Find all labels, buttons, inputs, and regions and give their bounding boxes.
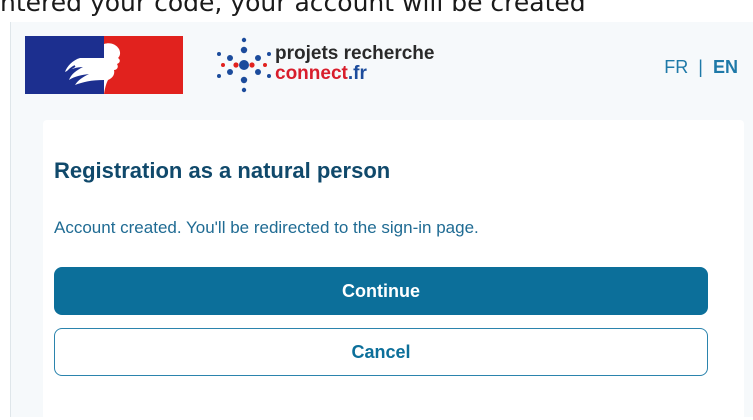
page-title: Registration as a natural person	[54, 158, 391, 183]
registration-card: Registration as a natural person Account…	[43, 120, 744, 420]
brand-tld-text: .fr	[347, 63, 367, 84]
marianne-logo-icon	[25, 36, 183, 94]
registration-window: projets recherche connect.fr FR | EN Reg…	[10, 22, 753, 420]
cancel-button[interactable]: Cancel	[54, 328, 708, 376]
brand-logo-text: projets recherche connect.fr	[275, 44, 434, 84]
logo-red-band	[104, 36, 183, 94]
marianne-hair-icon	[65, 58, 104, 85]
language-en-link[interactable]: EN	[713, 57, 738, 78]
network-dots-icon	[215, 36, 273, 94]
language-separator: |	[698, 57, 703, 77]
brand-connect-text: connect	[275, 63, 348, 84]
confirmation-message: Account created. You'll be redirected to…	[54, 218, 479, 237]
marianne-profile-icon	[104, 43, 121, 94]
language-switcher: FR | EN	[664, 57, 738, 78]
continue-button[interactable]: Continue	[54, 267, 708, 315]
brand-name-line2: connect.fr	[275, 64, 434, 84]
language-fr-link[interactable]: FR	[664, 57, 688, 78]
site-header: projets recherche connect.fr FR | EN	[11, 22, 753, 118]
background-caption: ntered your code, your account will be c…	[0, 0, 586, 16]
logo-blue-band	[25, 36, 104, 94]
brand-name-line1: projets recherche	[275, 43, 435, 64]
